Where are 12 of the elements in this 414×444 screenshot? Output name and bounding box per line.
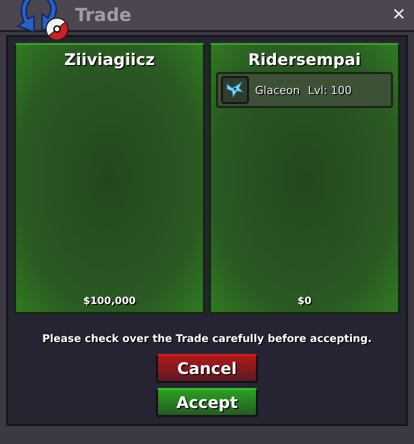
window-title: Trade	[75, 4, 132, 26]
close-button[interactable]: ✕	[390, 5, 408, 25]
player-name: Ridersempai	[247, 50, 362, 69]
money-amount: $100,000	[82, 296, 137, 307]
item-name: Glaceon	[255, 84, 300, 96]
trade-item[interactable]: Glaceon Lvl: 100	[216, 72, 393, 108]
player-name: Ziiviagiicz	[63, 50, 156, 69]
notice-text: Please check over the Trade carefully before accepting.	[41, 333, 373, 345]
item-level: Lvl: 100	[308, 84, 352, 96]
cancel-button[interactable]: Cancel	[156, 354, 258, 383]
money-amount: $0	[296, 296, 312, 307]
accept-button[interactable]: Accept	[156, 388, 258, 417]
